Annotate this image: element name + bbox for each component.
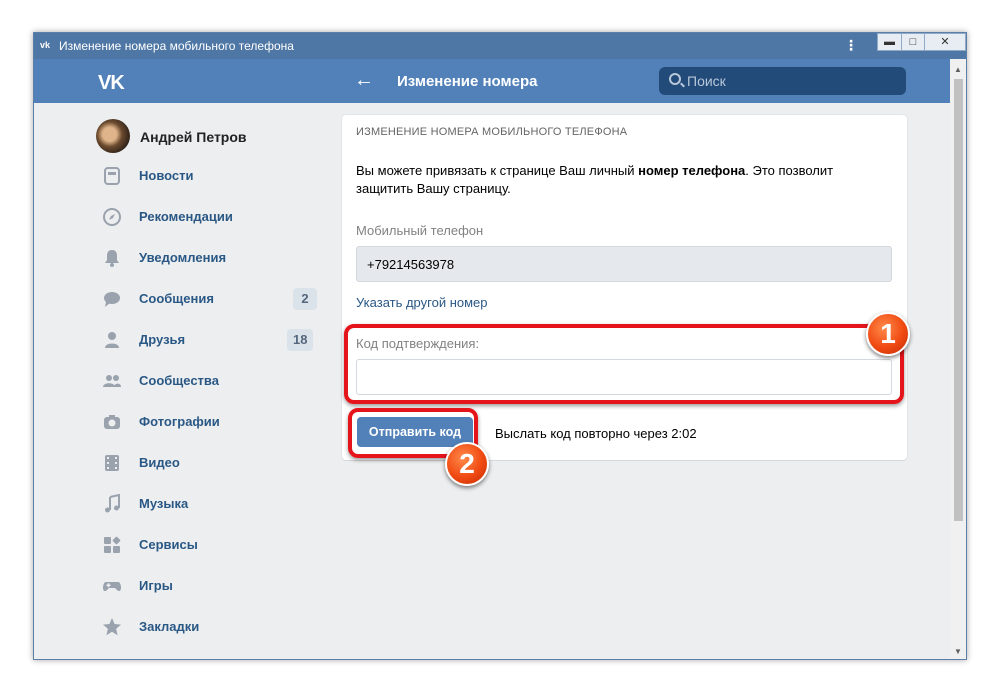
services-icon: [104, 536, 121, 553]
change-number-link[interactable]: Указать другой номер: [356, 295, 488, 310]
profile-name[interactable]: Андрей Петров: [140, 129, 247, 145]
news-icon: [104, 167, 120, 185]
back-arrow-icon[interactable]: ←: [354, 69, 374, 92]
sidebar-item-notifications[interactable]: Уведомления: [94, 243, 324, 273]
search-icon: [669, 73, 681, 85]
phone-label: Мобильный телефон: [356, 223, 484, 238]
sidebar-item-label: Видео: [139, 455, 180, 470]
sidebar-item-news[interactable]: Новости: [94, 161, 324, 191]
description-text: Вы можете привязать к странице Ваш личны…: [356, 163, 639, 178]
gamepad-icon: [103, 582, 121, 592]
maximize-button[interactable]: □: [901, 33, 925, 51]
star-icon: [103, 618, 121, 636]
close-button[interactable]: ✕: [924, 33, 966, 51]
group-icon: [103, 375, 121, 387]
compass-icon: [103, 208, 121, 226]
sidebar-item-label: Сервисы: [139, 537, 198, 552]
friends-count-badge: 18: [287, 329, 314, 351]
title-bar: vk Изменение номера мобильного телефона …: [34, 33, 966, 59]
user-icon: [105, 332, 119, 348]
card-description: Вы можете привязать к странице Ваш личны…: [356, 162, 891, 198]
sidebar-item-label: Сообщения: [139, 291, 214, 306]
page-title: Изменение номера: [397, 73, 538, 90]
minimize-button[interactable]: ▬: [877, 33, 902, 51]
sidebar-item-photos[interactable]: Фотографии: [94, 407, 324, 437]
sidebar-item-label: Уведомления: [139, 250, 227, 265]
search-input[interactable]: Поиск: [659, 67, 906, 95]
sidebar-item-recommendations[interactable]: Рекомендации: [94, 202, 324, 232]
vk-logo[interactable]: VK: [98, 72, 125, 95]
messages-count-badge: 2: [293, 288, 317, 310]
sidebar-item-video[interactable]: Видео: [94, 448, 324, 478]
sidebar-item-services[interactable]: Сервисы: [94, 530, 324, 560]
vk-header: VK ← Изменение номера Поиск: [34, 59, 950, 103]
sidebar-item-messages[interactable]: Сообщения 2: [94, 284, 324, 314]
sidebar-item-music[interactable]: Музыка: [94, 489, 324, 519]
music-icon: [105, 494, 120, 513]
scroll-up-icon[interactable]: ▲: [954, 65, 962, 74]
film-icon: [105, 455, 119, 471]
sidebar-item-label: Сообщества: [139, 373, 219, 388]
phone-value: +79214563978: [367, 257, 455, 272]
sidebar-item-label: Новости: [139, 168, 194, 183]
resend-timer-text: Выслать код повторно через 2:02: [495, 426, 697, 441]
menu-dots-icon[interactable]: ⋮: [844, 37, 858, 53]
vk-app-icon: vk: [40, 40, 51, 50]
highlight-box-code: [344, 324, 904, 404]
scrollbar[interactable]: ▲ ▼: [950, 59, 966, 659]
avatar[interactable]: [96, 119, 130, 153]
camera-icon: [104, 415, 120, 429]
sidebar-item-label: Фотографии: [139, 414, 220, 429]
sidebar-item-label: Рекомендации: [139, 209, 233, 224]
sidebar-item-bookmarks[interactable]: Закладки: [94, 612, 324, 642]
window-title: Изменение номера мобильного телефона: [59, 39, 294, 53]
sidebar-item-label: Друзья: [139, 332, 186, 347]
sidebar-item-label: Игры: [139, 578, 173, 593]
step-marker-2: 2: [445, 442, 489, 486]
sidebar-item-communities[interactable]: Сообщества: [94, 366, 324, 396]
chat-icon: [104, 292, 120, 307]
phone-field: +79214563978: [356, 246, 892, 282]
scroll-down-icon[interactable]: ▼: [954, 647, 962, 656]
step-marker-1: 1: [866, 312, 910, 356]
search-placeholder: Поиск: [687, 73, 726, 89]
sidebar-profile[interactable]: Андрей Петров: [94, 119, 324, 155]
scrollbar-thumb[interactable]: [954, 79, 963, 521]
card-title: ИЗМЕНЕНИЕ НОМЕРА МОБИЛЬНОГО ТЕЛЕФОНА: [356, 126, 628, 138]
description-bold: номер телефона: [638, 163, 746, 178]
sidebar-item-label: Закладки: [139, 619, 200, 634]
sidebar-item-label: Музыка: [139, 496, 189, 511]
sidebar-item-friends[interactable]: Друзья 18: [94, 325, 324, 355]
sidebar-item-games[interactable]: Игры: [94, 571, 324, 601]
bell-icon: [105, 250, 119, 267]
